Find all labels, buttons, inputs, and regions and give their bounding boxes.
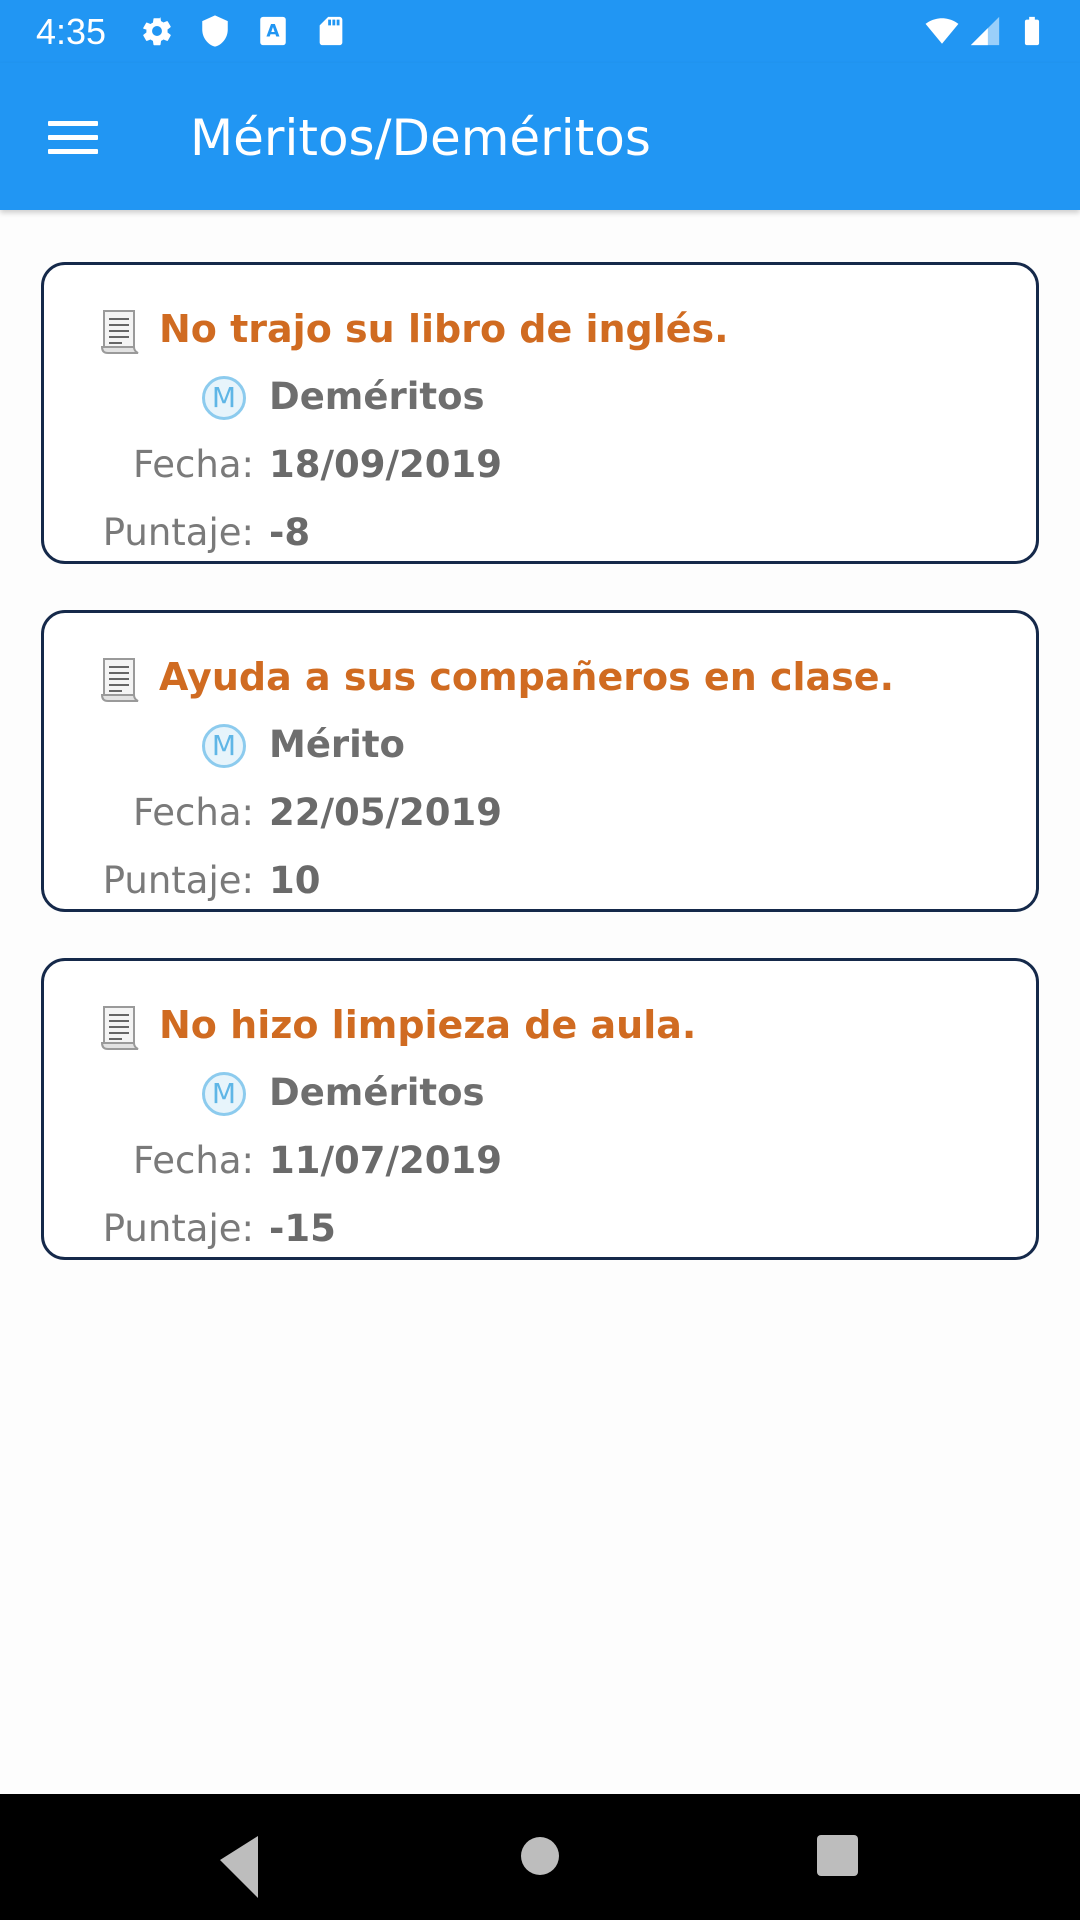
record-title: No hizo limpieza de aula. xyxy=(159,1003,697,1047)
document-icon xyxy=(100,310,139,354)
date-value: 22/05/2019 xyxy=(269,791,502,834)
record-type: Deméritos xyxy=(269,375,485,418)
date-label: Fecha: xyxy=(133,443,254,486)
app-bar: Méritos/Deméritos xyxy=(0,63,1080,210)
score-label: Puntaje: xyxy=(102,511,254,554)
record-title: No trajo su libro de inglés. xyxy=(159,307,729,351)
record-card[interactable]: No hizo limpieza de aula. M Deméritos Fe… xyxy=(41,958,1039,1260)
settings-icon xyxy=(143,17,171,46)
record-type: Deméritos xyxy=(269,1071,485,1114)
record-card[interactable]: Ayuda a sus compañeros en clase. M Mérit… xyxy=(41,610,1039,912)
page-title: Méritos/Deméritos xyxy=(190,109,651,167)
recents-icon[interactable] xyxy=(763,1794,913,1920)
status-bar: 4:35 A xyxy=(0,0,1080,63)
score-value: -8 xyxy=(269,511,311,554)
score-value: 10 xyxy=(269,859,321,902)
score-label: Puntaje: xyxy=(102,1207,254,1250)
status-time: 4:35 xyxy=(36,11,107,52)
date-label: Fecha: xyxy=(133,791,254,834)
shield-icon xyxy=(202,15,228,47)
merit-badge-icon: M xyxy=(202,376,246,420)
date-label: Fecha: xyxy=(133,1139,254,1182)
record-title: Ayuda a sus compañeros en clase. xyxy=(159,655,895,699)
navigation-bar xyxy=(0,1794,1080,1920)
score-label: Puntaje: xyxy=(102,859,254,902)
merit-badge-icon: M xyxy=(202,724,246,768)
wifi-icon xyxy=(925,18,959,44)
record-type: Mérito xyxy=(269,723,405,766)
document-icon xyxy=(100,1006,139,1050)
merit-badge-icon: M xyxy=(202,1072,246,1116)
record-card[interactable]: No trajo su libro de inglés. M Deméritos… xyxy=(41,262,1039,564)
battery-icon xyxy=(1024,16,1040,46)
cell-signal-icon xyxy=(970,16,1000,46)
date-value: 11/07/2019 xyxy=(269,1139,502,1182)
score-value: -15 xyxy=(269,1207,336,1250)
document-icon xyxy=(100,658,139,702)
keyboard-icon: A xyxy=(260,16,286,46)
back-icon[interactable] xyxy=(165,1794,315,1920)
menu-button[interactable] xyxy=(24,101,120,173)
svg-text:A: A xyxy=(266,22,280,42)
date-value: 18/09/2019 xyxy=(269,443,502,486)
screen: 4:35 A Méritos/Deméritos No trajo su lib… xyxy=(0,0,1080,1920)
home-icon[interactable] xyxy=(465,1794,615,1920)
sd-card-icon xyxy=(319,16,343,46)
